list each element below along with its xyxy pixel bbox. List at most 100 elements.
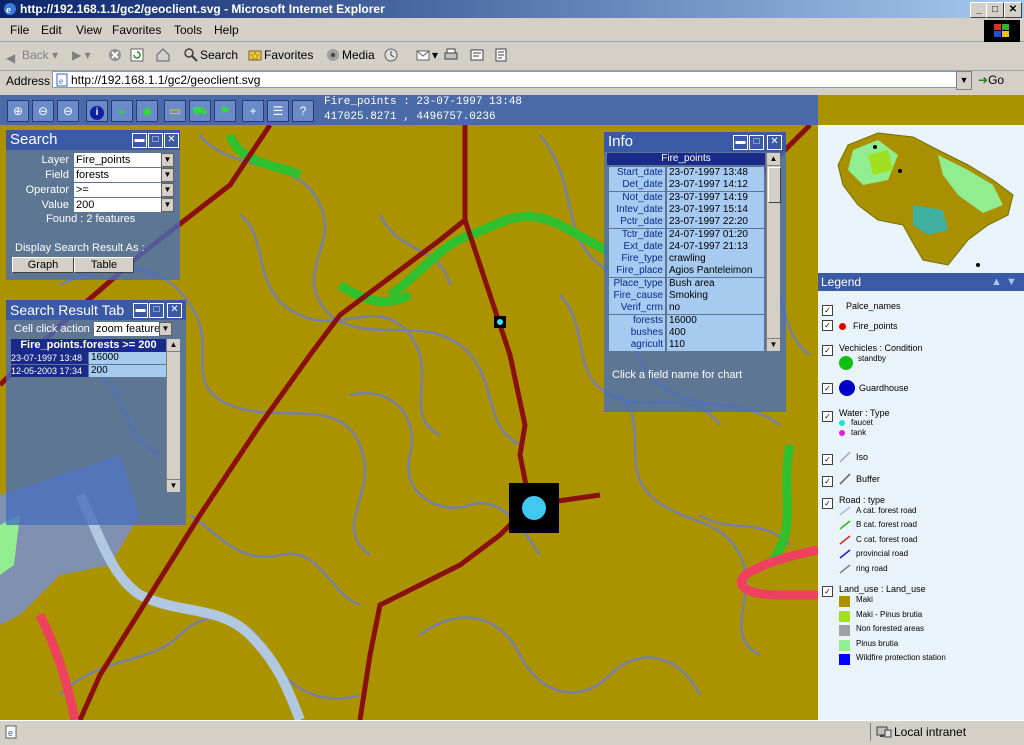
- table-cell-value[interactable]: 16000: [89, 352, 166, 364]
- measure-button[interactable]: ⫸: [111, 100, 133, 122]
- scroll-up-icon[interactable]: ▲: [167, 339, 180, 352]
- info-field-name[interactable]: Start_date: [609, 167, 665, 179]
- value-dropdown-icon[interactable]: ▼: [161, 198, 174, 212]
- info-field-name[interactable]: Pctr_date: [609, 216, 665, 229]
- home-button[interactable]: [156, 48, 172, 62]
- forward-button[interactable]: ▶ ▾: [72, 48, 91, 62]
- add-point-button[interactable]: +: [242, 100, 264, 122]
- info-field-name[interactable]: Ext_date: [609, 240, 665, 253]
- zoom-out-button[interactable]: ⊖: [32, 100, 54, 122]
- overview-map-canvas[interactable]: [818, 125, 1024, 273]
- legend-checkbox-buffer[interactable]: ✓: [822, 476, 833, 487]
- info-field-name[interactable]: bushes: [609, 326, 665, 339]
- table-cell-date[interactable]: 12-05-2003 17:34: [11, 365, 88, 377]
- menu-help[interactable]: Help: [214, 23, 239, 37]
- legend-checkbox-guardhouse[interactable]: ✓: [822, 383, 833, 394]
- layer-dropdown-icon[interactable]: ▼: [161, 153, 174, 167]
- maximize-button[interactable]: □: [986, 2, 1004, 18]
- info-field-name[interactable]: Place_type: [609, 277, 665, 290]
- operator-select[interactable]: >=: [74, 183, 166, 197]
- menu-edit[interactable]: Edit: [41, 23, 62, 37]
- legend-checkbox-iso[interactable]: ✓: [822, 454, 833, 465]
- legend-checkbox-place-names[interactable]: ✓: [822, 305, 833, 316]
- windows-logo-icon: [984, 20, 1020, 42]
- cell-click-dropdown-icon[interactable]: ▼: [159, 322, 172, 336]
- panel-minimize-button[interactable]: ▬: [133, 303, 148, 318]
- info-field-name[interactable]: Fire_cause: [609, 290, 665, 302]
- table-button[interactable]: Table: [74, 257, 134, 273]
- cell-click-select[interactable]: zoom feature: [94, 322, 164, 336]
- legend-checkbox-road[interactable]: ✓: [822, 498, 833, 509]
- result-scrollbar[interactable]: ▲ ▼: [166, 339, 180, 492]
- close-button[interactable]: ✕: [1004, 2, 1022, 18]
- info-field-name[interactable]: agricult: [609, 339, 665, 352]
- info-field-name[interactable]: Verif_crm: [609, 302, 665, 315]
- layer-select[interactable]: Fire_points: [74, 153, 166, 167]
- panel-restore-button[interactable]: □: [749, 135, 764, 150]
- table-cell-date[interactable]: 23-07-1997 13:48: [11, 352, 88, 364]
- search-button[interactable]: Search: [184, 48, 238, 62]
- label-button[interactable]: ▭: [164, 100, 186, 122]
- info-field-name[interactable]: Fire_type: [609, 253, 665, 266]
- edit-button[interactable]: [470, 48, 486, 62]
- vehicle-button[interactable]: ⛟: [189, 100, 211, 122]
- address-input[interactable]: e http://192.168.1.1/gc2/geoclient.svg: [52, 71, 958, 88]
- table-row[interactable]: 23-07-1997 13:48 16000: [11, 352, 166, 365]
- print-button[interactable]: [444, 48, 460, 62]
- graph-button[interactable]: Graph: [12, 257, 74, 273]
- layers-button[interactable]: ◆: [136, 100, 158, 122]
- info-field-name[interactable]: Intev_date: [609, 203, 665, 216]
- history-button[interactable]: [384, 48, 400, 62]
- overview-map[interactable]: [818, 125, 1024, 273]
- info-scrollbar[interactable]: ▲ ▼: [766, 153, 781, 351]
- scroll-thumb[interactable]: [768, 167, 781, 203]
- panel-close-button[interactable]: ✕: [767, 135, 782, 150]
- info-field-name[interactable]: Tctr_date: [609, 228, 665, 241]
- zoom-in-button[interactable]: ⊕: [7, 100, 29, 122]
- panel-restore-button[interactable]: □: [149, 303, 164, 318]
- flag-button[interactable]: ⚑: [214, 100, 236, 122]
- operator-dropdown-icon[interactable]: ▼: [161, 183, 174, 197]
- legend-checkbox-vehicles[interactable]: ✓: [822, 345, 833, 356]
- panel-minimize-button[interactable]: ▬: [733, 135, 748, 150]
- info-field-name[interactable]: Fire_place: [609, 265, 665, 278]
- address-dropdown[interactable]: ▼: [956, 71, 972, 90]
- panel-close-button[interactable]: ✕: [167, 303, 182, 318]
- scroll-down-icon[interactable]: ▼: [767, 338, 780, 351]
- scroll-up-icon[interactable]: ▲: [767, 153, 780, 166]
- info-field-name[interactable]: forests: [609, 314, 665, 327]
- field-select[interactable]: forests: [74, 168, 166, 182]
- info-field-name[interactable]: Not_date: [609, 191, 665, 204]
- legend-checkbox-water[interactable]: ✓: [822, 411, 833, 422]
- menu-view[interactable]: View: [76, 23, 102, 37]
- field-dropdown-icon[interactable]: ▼: [161, 168, 174, 182]
- table-cell-value[interactable]: 200: [89, 365, 166, 377]
- legend-checkbox-land-use[interactable]: ✓: [822, 586, 833, 597]
- road-ring-swatch: [839, 564, 851, 574]
- refresh-button[interactable]: [130, 48, 146, 62]
- panel-close-button[interactable]: ✕: [164, 133, 179, 148]
- menu-file[interactable]: File: [10, 23, 29, 37]
- discuss-button[interactable]: [494, 48, 510, 62]
- zoom-previous-button[interactable]: ⊖: [57, 100, 79, 122]
- panel-minimize-button[interactable]: ▬: [132, 133, 147, 148]
- favorites-button[interactable]: Favorites: [248, 48, 313, 62]
- menu-favorites[interactable]: Favorites: [112, 23, 161, 37]
- help-button[interactable]: ?: [292, 100, 314, 122]
- legend-scroll-down-icon[interactable]: ▼: [1006, 276, 1017, 288]
- legend-scroll-up-icon[interactable]: ▲: [991, 276, 1002, 288]
- value-input[interactable]: 200: [74, 198, 166, 212]
- stop-button[interactable]: [108, 48, 124, 62]
- table-row[interactable]: 12-05-2003 17:34 200: [11, 365, 166, 378]
- info-field-name[interactable]: Det_date: [609, 179, 665, 192]
- go-button[interactable]: ➜Go: [978, 73, 1004, 87]
- legend-checkbox-fire-points[interactable]: ✓: [822, 320, 833, 331]
- panel-restore-button[interactable]: □: [148, 133, 163, 148]
- back-button[interactable]: ◀ Back ▾: [6, 48, 58, 65]
- media-button[interactable]: Media: [326, 48, 375, 62]
- list-button[interactable]: ☰: [267, 100, 289, 122]
- scroll-down-icon[interactable]: ▼: [167, 479, 180, 492]
- mail-button[interactable]: ▾: [416, 48, 438, 62]
- menu-tools[interactable]: Tools: [174, 23, 202, 37]
- info-button[interactable]: i: [86, 100, 108, 122]
